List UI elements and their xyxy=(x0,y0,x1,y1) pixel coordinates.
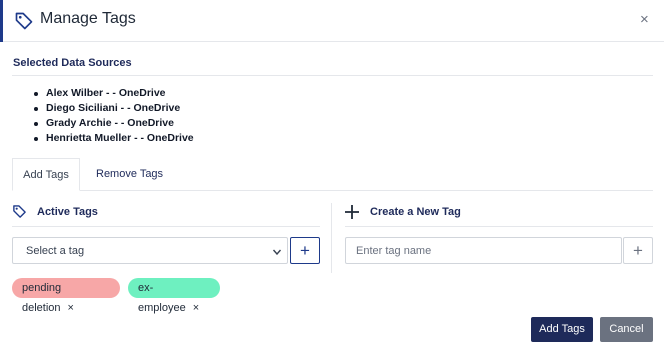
tag-chip-ex-employee: ex-employee × xyxy=(128,278,220,314)
selected-sources-heading: Selected Data Sources xyxy=(13,57,132,69)
close-icon[interactable]: × xyxy=(640,11,649,28)
close-icon[interactable]: × xyxy=(68,302,74,314)
column-divider xyxy=(331,203,332,273)
selected-sources-list: Alex Wilber - - OneDrive Diego Siciliani… xyxy=(34,86,194,146)
dialog-title: Manage Tags xyxy=(40,10,136,27)
source-item: Alex Wilber - - OneDrive xyxy=(34,86,194,101)
chip-label: pending deletion xyxy=(22,282,62,314)
active-tags-heading: Active Tags xyxy=(37,206,98,218)
plus-icon: + xyxy=(633,241,643,260)
tag-name-input[interactable] xyxy=(345,237,622,264)
create-tag-divider xyxy=(345,226,653,227)
tag-select[interactable]: Select a tag xyxy=(12,237,288,264)
plus-icon: + xyxy=(300,241,310,260)
tab-remove-tags[interactable]: Remove Tags xyxy=(96,158,163,190)
add-tags-button[interactable]: Add Tags xyxy=(531,317,593,342)
tag-action-tabs: Add Tags Remove Tags xyxy=(12,158,653,191)
tag-icon xyxy=(15,12,33,30)
source-item: Henrietta Mueller - - OneDrive xyxy=(34,131,194,146)
chip-label: ex-employee xyxy=(138,282,186,314)
dialog-header: Manage Tags × xyxy=(0,0,664,42)
add-active-tag-button[interactable]: + xyxy=(290,237,320,264)
source-item: Grady Archie - - OneDrive xyxy=(34,116,194,131)
tab-add-tags[interactable]: Add Tags xyxy=(12,158,80,191)
header-accent-bar xyxy=(0,0,3,42)
tag-chip-pending-deletion: pending deletion × xyxy=(12,278,120,314)
close-icon[interactable]: × xyxy=(193,302,199,314)
active-tags-divider xyxy=(12,226,320,227)
create-tag-button[interactable]: + xyxy=(623,237,653,264)
source-item: Diego Siciliani - - OneDrive xyxy=(34,101,194,116)
chevron-down-icon xyxy=(272,249,282,256)
cancel-button[interactable]: Cancel xyxy=(600,317,653,342)
tag-select-value: Select a tag xyxy=(26,245,85,257)
plus-icon xyxy=(345,205,359,219)
section-divider xyxy=(12,75,653,76)
tag-icon xyxy=(13,205,26,218)
create-tag-heading: Create a New Tag xyxy=(370,206,461,218)
